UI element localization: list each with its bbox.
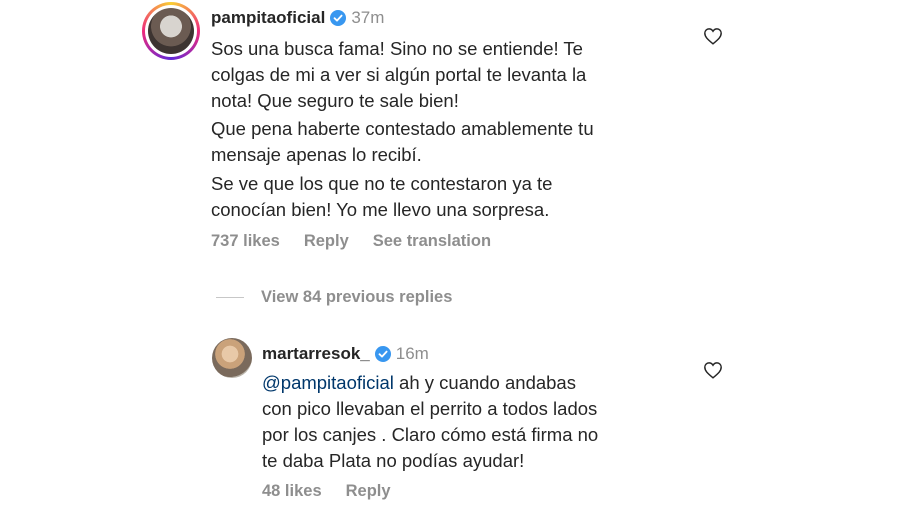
comment-paragraph: Que pena haberte contestado amablemente …: [211, 116, 594, 168]
reply-line: por los canjes . Claro cómo está firma n…: [262, 424, 599, 445]
reply-line: con pico llevaban el perrito a todos lad…: [262, 398, 598, 419]
reply-line: te daba Plata no podías ayudar!: [262, 450, 525, 471]
reply-button[interactable]: Reply: [304, 232, 349, 251]
username[interactable]: pampitaoficial: [211, 8, 325, 28]
comment-line: Sos una busca fama! Sino no se entiende!…: [211, 38, 583, 59]
comment-line: conocían bien! Yo me llevo una sorpresa.: [211, 199, 550, 220]
likes-count[interactable]: 737 likes: [211, 232, 280, 251]
timestamp: 37m: [351, 8, 385, 27]
reply-avatar[interactable]: [212, 338, 252, 378]
reply-header: martarresok_ 16m: [262, 344, 429, 364]
mention-link[interactable]: @pampitaoficial: [262, 372, 394, 393]
comment-line: Se ve que los que no te contestaron ya t…: [211, 173, 553, 194]
comment-actions: 737 likes Reply See translation: [211, 232, 515, 251]
heart-icon[interactable]: [703, 27, 723, 45]
comment-line: colgas de mi a ver si algún portal te le…: [211, 64, 587, 85]
comments-panel: pampitaoficial 37m Sos una busca fama! S…: [135, 0, 745, 505]
avatar-story-ring[interactable]: [142, 2, 200, 60]
view-replies-toggle[interactable]: View 84 previous replies: [216, 288, 452, 307]
reply-button[interactable]: Reply: [346, 482, 391, 501]
comment-line: nota! Que seguro te sale bien!: [211, 90, 459, 111]
comment-paragraph: Sos una busca fama! Sino no se entiende!…: [211, 36, 586, 114]
username[interactable]: martarresok_: [262, 344, 370, 364]
divider-line: [216, 297, 244, 298]
view-replies-label[interactable]: View 84 previous replies: [261, 288, 452, 307]
avatar: [148, 8, 194, 54]
likes-count[interactable]: 48 likes: [262, 482, 322, 501]
comment-header: pampitaoficial 37m: [211, 8, 384, 28]
verified-badge-icon: [374, 346, 391, 362]
verified-badge-icon: [330, 10, 347, 26]
comment-line: mensaje apenas lo recibí.: [211, 144, 422, 165]
comment-paragraph: Se ve que los que no te contestaron ya t…: [211, 171, 552, 223]
see-translation-button[interactable]: See translation: [373, 232, 491, 251]
timestamp: 16m: [395, 344, 429, 363]
reply-line: @pampitaoficial ah y cuando andabas: [262, 370, 598, 396]
comment-line: Que pena haberte contestado amablemente …: [211, 118, 594, 139]
reply-line-text: ah y cuando andabas: [393, 372, 576, 393]
heart-icon[interactable]: [703, 361, 723, 379]
reply-actions: 48 likes Reply: [262, 482, 415, 501]
reply-text: @pampitaoficial ah y cuando andabas con …: [262, 370, 598, 474]
